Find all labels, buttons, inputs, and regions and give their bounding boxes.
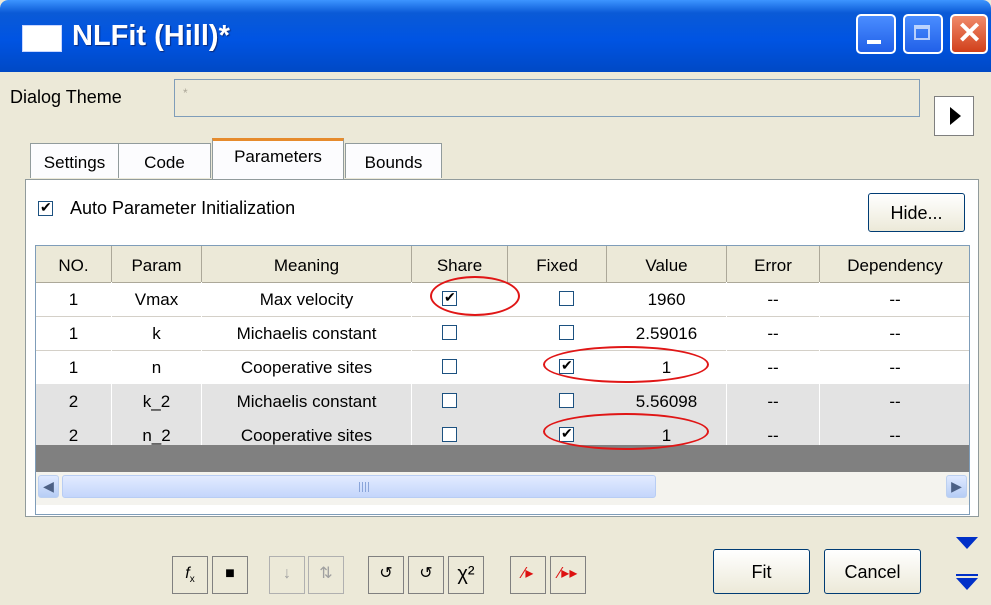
close-button[interactable]: ✕ — [950, 14, 988, 54]
dialog-theme-label: Dialog Theme — [10, 87, 122, 107]
col-no[interactable]: NO. — [36, 246, 112, 282]
title-bar[interactable]: NLFit (Hill)* ✕ — [0, 0, 991, 72]
tree-icon[interactable]: ⇅ — [308, 556, 344, 594]
fixed-checkbox[interactable] — [559, 393, 574, 408]
undo-p-icon[interactable]: ↺ — [368, 556, 404, 594]
tab-bounds[interactable]: Bounds — [345, 143, 442, 178]
col-meaning[interactable]: Meaning — [202, 246, 412, 282]
window-icon — [22, 25, 62, 52]
row-dependency: -- — [820, 384, 969, 418]
row-value[interactable]: 1960 — [607, 282, 727, 316]
table-row[interactable]: 2 k_2 Michaelis constant 5.56098 -- -- — [36, 384, 969, 419]
table-empty-area — [36, 445, 969, 472]
row-error: -- — [727, 282, 820, 316]
dialog-theme-field[interactable]: * — [174, 79, 920, 117]
auto-init-checkbox[interactable] — [38, 199, 53, 216]
row-dependency: -- — [820, 316, 969, 350]
fit-button[interactable]: Fit — [713, 549, 810, 594]
theme-menu-arrow-icon[interactable] — [934, 96, 974, 136]
row-param: n — [112, 350, 202, 384]
save-icon[interactable]: ■ — [212, 556, 248, 594]
minimize-icon — [867, 40, 881, 44]
col-dependency[interactable]: Dependency — [820, 246, 969, 282]
expand-down-icon[interactable] — [956, 574, 978, 590]
row-no: 1 — [36, 350, 112, 384]
maximize-button[interactable] — [903, 14, 943, 54]
row-meaning: Cooperative sites — [202, 350, 412, 384]
table-row[interactable]: 1 n Cooperative sites 1 -- -- — [36, 350, 969, 385]
annotation-ellipse — [543, 346, 709, 383]
iterate-icon[interactable]: ⁄▸ — [510, 556, 546, 594]
tab-parameters[interactable]: Parameters — [212, 138, 344, 179]
annotation-ellipse — [543, 413, 709, 450]
share-checkbox[interactable] — [442, 325, 457, 340]
share-checkbox[interactable] — [442, 427, 457, 442]
row-param: Vmax — [112, 282, 202, 316]
iterate-all-icon[interactable]: ⁄▸▸ — [550, 556, 586, 594]
table-header: NO. Param Meaning Share Fixed Value Erro… — [36, 246, 969, 283]
row-no: 2 — [36, 384, 112, 418]
row-error: -- — [727, 316, 820, 350]
fixed-checkbox[interactable] — [559, 325, 574, 340]
grip-icon — [359, 482, 371, 492]
cancel-button[interactable]: Cancel — [824, 549, 921, 594]
row-dependency: -- — [820, 282, 969, 316]
col-param[interactable]: Param — [112, 246, 202, 282]
scroll-right-icon[interactable]: ▶ — [946, 475, 967, 498]
collapse-up-icon[interactable] — [956, 537, 978, 551]
fixed-checkbox[interactable] — [559, 291, 574, 306]
row-param: k — [112, 316, 202, 350]
row-no: 1 — [36, 282, 112, 316]
hide-button[interactable]: Hide... — [868, 193, 965, 232]
share-checkbox[interactable] — [442, 393, 457, 408]
row-param: k_2 — [112, 384, 202, 418]
auto-init-label: Auto Parameter Initialization — [70, 198, 296, 218]
close-icon: ✕ — [957, 17, 983, 50]
nlfit-dialog: NLFit (Hill)* ✕ Dialog Theme * Settings … — [0, 0, 991, 605]
annotation-ellipse — [430, 276, 520, 316]
sort-icon[interactable]: ↓ — [269, 556, 305, 594]
share-checkbox[interactable] — [442, 359, 457, 374]
horizontal-scrollbar[interactable]: ◀ ▶ — [36, 472, 969, 505]
chi-square-icon[interactable]: χ² — [448, 556, 484, 594]
window-title: NLFit (Hill)* — [72, 20, 230, 52]
col-error[interactable]: Error — [727, 246, 820, 282]
tab-settings[interactable]: Settings — [30, 143, 119, 178]
undo-s-icon[interactable]: ↺ — [408, 556, 444, 594]
scroll-left-icon[interactable]: ◀ — [38, 475, 59, 498]
function-icon[interactable]: fx — [172, 556, 208, 594]
col-value[interactable]: Value — [607, 246, 727, 282]
row-error: -- — [727, 384, 820, 418]
row-error: -- — [727, 350, 820, 384]
row-meaning: Max velocity — [202, 282, 412, 316]
row-value[interactable]: 2.59016 — [607, 316, 727, 350]
col-fixed[interactable]: Fixed — [508, 246, 607, 282]
minimize-button[interactable] — [856, 14, 896, 54]
row-meaning: Michaelis constant — [202, 384, 412, 418]
table-row[interactable]: 1 k Michaelis constant 2.59016 -- -- — [36, 316, 969, 351]
row-no: 1 — [36, 316, 112, 350]
scroll-thumb[interactable] — [62, 475, 656, 498]
tab-code[interactable]: Code — [118, 143, 211, 178]
maximize-icon — [914, 25, 930, 40]
row-dependency: -- — [820, 350, 969, 384]
row-meaning: Michaelis constant — [202, 316, 412, 350]
